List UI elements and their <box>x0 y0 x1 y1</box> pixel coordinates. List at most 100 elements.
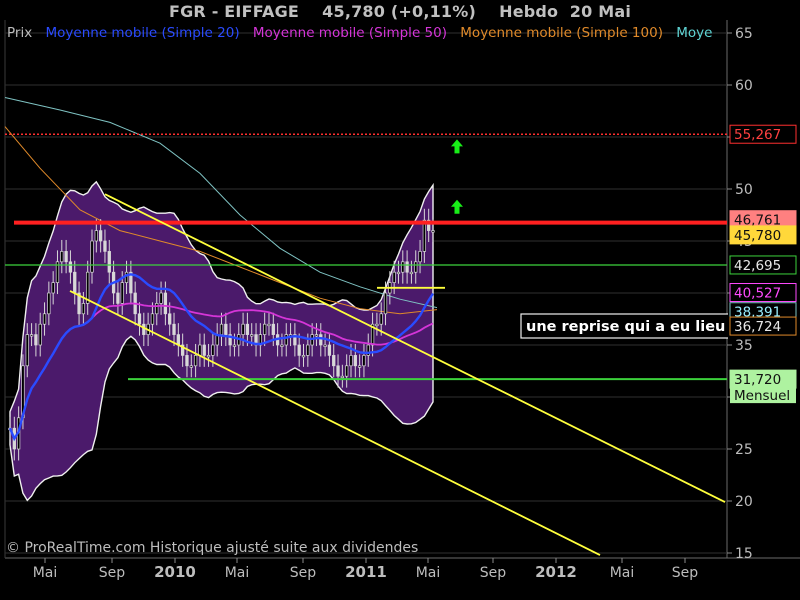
y-tick-label: 60 <box>735 78 753 94</box>
price-candle <box>90 240 94 273</box>
price-candle <box>60 251 64 263</box>
x-tick-label: Sep <box>672 565 699 581</box>
price-candle <box>340 375 345 379</box>
x-tick-label: Mai <box>416 565 441 581</box>
date-label: 20 Mai <box>569 2 632 21</box>
price-candle <box>193 355 198 367</box>
price-candle <box>224 323 228 335</box>
price-candle <box>396 271 401 275</box>
y-tick-label: 50 <box>735 182 753 198</box>
price-candle <box>332 355 336 367</box>
price-candle <box>301 355 306 358</box>
ticker-label: FGR - EIFFAGE <box>168 2 300 21</box>
price-candle <box>198 344 202 356</box>
y-tick-label: 15 <box>735 546 753 562</box>
price-candle <box>314 334 319 337</box>
annotation-text: une reprise qui a eu lieu <box>526 319 725 335</box>
price-candle <box>414 261 418 273</box>
x-tick-label: Sep <box>99 565 126 581</box>
x-tick-label: Mai <box>610 565 635 581</box>
x-tick-label: Mai <box>225 565 250 581</box>
price-candle <box>51 282 55 294</box>
price-candle <box>168 313 172 325</box>
last-price-label: 45,780 (+0,11%) <box>322 2 477 21</box>
price-candle <box>81 303 86 315</box>
price-candle <box>280 344 284 347</box>
price-candle <box>336 365 340 377</box>
price-candle <box>219 323 224 335</box>
x-tick-label: Sep <box>290 565 317 581</box>
price-candle <box>392 271 396 283</box>
price-candle <box>267 323 271 327</box>
price-candle <box>375 323 379 327</box>
price-candle <box>379 313 383 325</box>
chart-title: FGR - EIFFAGE 45,780 (+0,11%) Hebdo 20 M… <box>0 2 800 21</box>
price-candle <box>232 344 237 347</box>
price-candle <box>263 323 267 335</box>
value-tag-label: 31,720 <box>734 372 781 388</box>
price-candle <box>189 365 193 368</box>
price-candle <box>327 344 332 356</box>
price-candle <box>68 261 73 273</box>
period-label: Hebdo <box>499 2 559 21</box>
price-candle <box>120 282 124 304</box>
legend-price: Prix <box>7 25 33 41</box>
price-candle <box>64 251 68 263</box>
price-candle <box>107 251 111 273</box>
price-candle <box>206 355 211 358</box>
price-candle <box>245 323 250 335</box>
price-candle <box>172 323 176 335</box>
price-candle <box>401 261 405 273</box>
copyright-footer: © ProRealTime.com Historique ajusté suit… <box>6 540 419 556</box>
price-candle <box>47 292 51 315</box>
x-tick-label: 2010 <box>154 563 196 581</box>
y-tick-label: 25 <box>735 442 753 458</box>
price-candle <box>73 271 77 294</box>
price-candle <box>345 365 349 377</box>
price-candle <box>202 344 206 356</box>
price-candle <box>38 323 42 346</box>
price-candle <box>271 323 275 335</box>
price-candle <box>357 365 362 368</box>
value-tag-label: 45,780 <box>734 228 781 244</box>
value-tag-label: 55,267 <box>734 127 781 143</box>
price-candle <box>34 334 38 346</box>
price-candle <box>29 334 34 337</box>
x-tick-label: Sep <box>480 565 507 581</box>
price-candle <box>25 334 29 367</box>
chart-legend: Prix Moyenne mobile (Simple 20) Moyenne … <box>7 25 725 43</box>
price-candle <box>306 344 310 356</box>
price-candle <box>349 355 353 367</box>
x-tick-label: 2012 <box>535 563 577 581</box>
price-candle <box>98 230 103 242</box>
price-candle <box>405 261 409 273</box>
price-candle <box>176 334 180 346</box>
price-candle <box>124 271 129 283</box>
price-candle <box>137 313 142 325</box>
price-candle <box>250 334 254 337</box>
price-candle <box>323 344 327 347</box>
x-tick-label: 2011 <box>345 563 387 581</box>
price-candle <box>418 251 422 263</box>
price-chart: 1520253035404550556065MaiSep2010MaiSep20… <box>4 20 800 581</box>
price-candle <box>159 292 163 304</box>
price-candle <box>155 303 159 315</box>
legend-ma20: Moyenne mobile (Simple 20) <box>45 25 240 41</box>
price-candle <box>353 355 357 367</box>
price-candle <box>185 355 189 367</box>
y-tick-label: 35 <box>735 338 753 354</box>
price-candle <box>94 230 98 242</box>
legend-ma200: Moye <box>676 25 713 41</box>
price-candle <box>284 334 288 346</box>
chart-window: 1520253035404550556065MaiSep2010MaiSep20… <box>0 0 800 600</box>
price-candle <box>319 334 323 346</box>
price-candle <box>103 240 107 252</box>
price-candle <box>383 292 388 315</box>
price-candle <box>150 313 155 325</box>
y-tick-label: 20 <box>735 494 753 510</box>
legend-ma50: Moyenne mobile (Simple 50) <box>252 25 447 41</box>
price-candle <box>163 292 168 315</box>
price-candle <box>142 323 146 335</box>
legend-ma100: Moyenne mobile (Simple 100) <box>460 25 663 41</box>
price-candle <box>431 230 435 233</box>
